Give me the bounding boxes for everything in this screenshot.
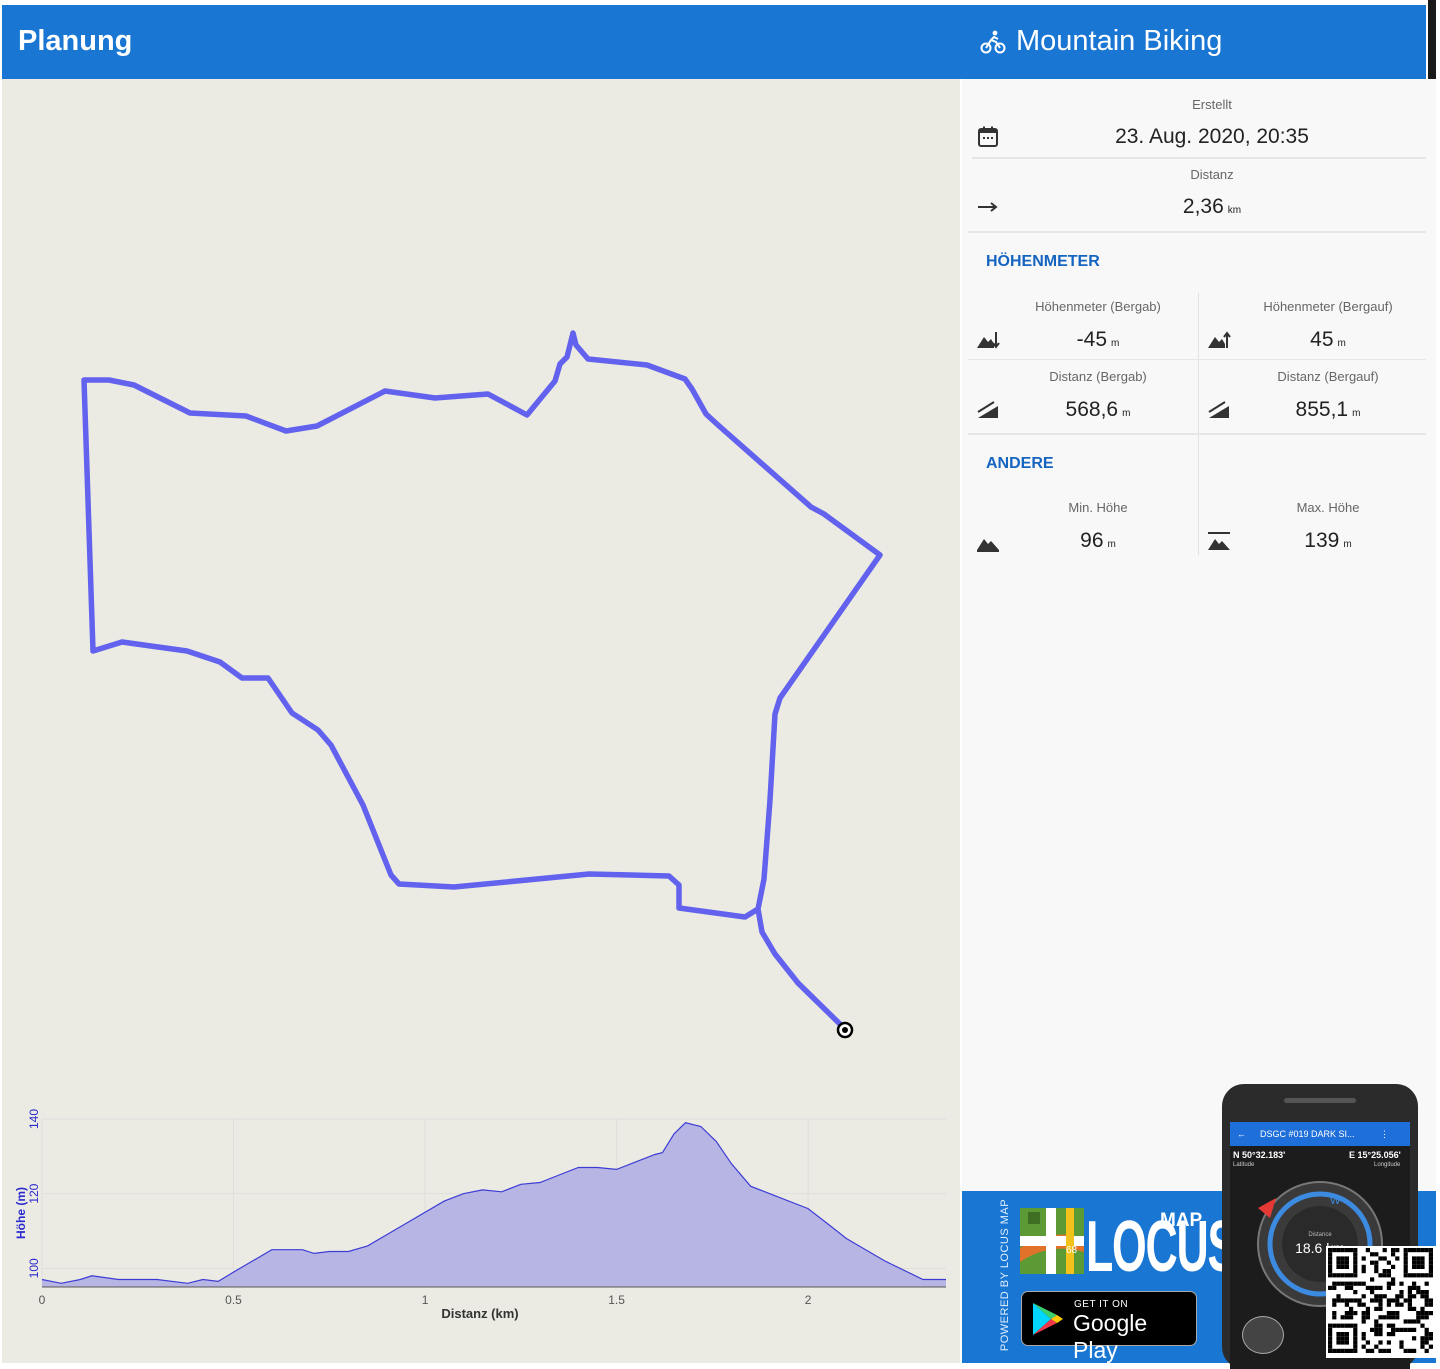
divider <box>972 157 1426 159</box>
map-view[interactable]: 0 0.5 1 1.5 2 100 120 140 Distanz (km) Höhe (m… <box>2 79 960 1363</box>
powered-by-text: POWERED BY LOCUS MAP <box>999 1198 1011 1352</box>
other-section-title: ANDERE <box>986 455 1054 472</box>
back-arrow-icon: ← <box>1237 1129 1246 1139</box>
min-height-label: Min. Höhe <box>1068 500 1128 515</box>
phone-latitude: N 50°32.183' <box>1233 1150 1286 1160</box>
svg-text:Distance: Distance <box>1308 1232 1332 1238</box>
ascent-value: 45 m <box>1310 328 1346 351</box>
x-tick-label: 0.5 <box>225 1293 242 1307</box>
page-title: Planung <box>18 25 133 57</box>
locus-logo-icon: 68 <box>1020 1208 1084 1274</box>
activity-label: Mountain Biking <box>1016 25 1223 57</box>
x-tick-label: 0 <box>39 1293 46 1307</box>
google-play-main-text: Google Play <box>1073 1310 1148 1363</box>
x-tick-label: 1 <box>422 1293 429 1307</box>
phone-menu-icon: ⋮ <box>1380 1129 1389 1139</box>
x-tick-labels: 0 0.5 1 1.5 2 <box>39 1293 812 1307</box>
elevation-section-title: HÖHENMETER <box>986 253 1100 270</box>
created-label: Erstellt <box>1192 97 1232 112</box>
distance-label: Distanz <box>1190 167 1234 182</box>
distance-value: 2,36 km <box>1182 195 1242 218</box>
distance-downhill-label: Distanz (Bergab) <box>1049 369 1147 384</box>
route-track <box>81 330 883 1031</box>
max-height-label: Max. Höhe <box>1296 500 1360 515</box>
svg-text:W: W <box>1330 1195 1341 1207</box>
x-tick-label: 2 <box>805 1293 812 1307</box>
descent-icon <box>977 332 1000 349</box>
mountain-bike-icon <box>980 30 1006 53</box>
phone-longitude-label: Longitude <box>1374 1162 1401 1168</box>
elevation-area <box>42 1122 946 1287</box>
x-tick-label: 1.5 <box>608 1293 625 1307</box>
y-tick-label: 120 <box>27 1183 41 1203</box>
slope-down-icon <box>977 401 998 418</box>
svg-text:68: 68 <box>1066 1245 1078 1256</box>
qr-code-icon <box>1326 1246 1436 1358</box>
phone-latitude-label: Latitude <box>1233 1162 1255 1168</box>
descent-label: Höhenmeter (Bergab) <box>1035 299 1161 314</box>
phone-location-button <box>1242 1316 1284 1354</box>
divider <box>968 231 1426 233</box>
google-play-button[interactable]: GET IT ON Google Play <box>1021 1291 1197 1363</box>
top-app-bar: Planung Mountain Biking <box>2 5 1426 79</box>
elevation-profile-chart[interactable]: 0 0.5 1 1.5 2 100 120 140 Distanz (km) Höhe (m… <box>2 1099 960 1363</box>
distance-uphill-value: 855,1 m <box>1295 398 1361 421</box>
activity-type: Mountain Biking <box>980 25 1222 58</box>
distance-uphill-label: Distanz (Bergauf) <box>1277 369 1379 384</box>
track-details-panel: Erstellt 23. Aug. 2020, 20:35 Distanz 2,… <box>962 79 1436 1191</box>
x-axis-label: Distanz (km) <box>441 1306 518 1321</box>
app-frame: Planung Mountain Biking 0 0.5 1 1.5 2 10… <box>0 0 1440 1369</box>
google-play-icon <box>1033 1303 1063 1335</box>
divider <box>968 433 1426 435</box>
google-play-top-text: GET IT ON <box>1074 1299 1129 1310</box>
divider <box>968 359 1426 360</box>
phone-longitude: E 15°25.056' <box>1349 1150 1401 1160</box>
max-height-value: 139 m <box>1304 529 1352 552</box>
created-value: 23. Aug. 2020, 20:35 <box>1115 125 1309 148</box>
phone-title: DSGC #019 DARK SI... <box>1260 1129 1355 1139</box>
y-tick-label: 100 <box>27 1258 41 1278</box>
locus-brand-map: MAP <box>1160 1210 1203 1231</box>
descent-value: -45 m <box>1076 328 1120 351</box>
mountain-min-icon <box>977 539 999 552</box>
phone-speaker <box>1284 1098 1356 1103</box>
column-divider <box>1198 293 1199 555</box>
y-axis-label: Höhe (m) <box>14 1187 28 1239</box>
y-tick-labels: 100 120 140 <box>27 1109 41 1279</box>
distance-downhill-value: 568,6 m <box>1065 398 1131 421</box>
phone-app-bar: ← DSGC #019 DARK SI... ⋮ <box>1230 1122 1410 1146</box>
y-tick-label: 140 <box>27 1109 41 1129</box>
min-height-value: 96 m <box>1080 529 1116 552</box>
route-map[interactable] <box>2 79 960 1099</box>
track-endpoint-icon <box>836 1021 854 1039</box>
ascent-label: Höhenmeter (Bergauf) <box>1263 299 1393 314</box>
